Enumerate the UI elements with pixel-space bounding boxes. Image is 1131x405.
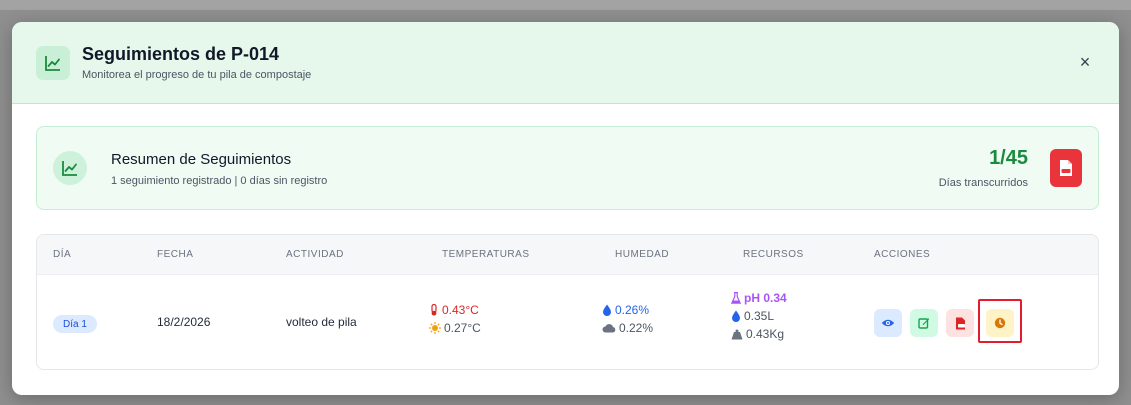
edit-button[interactable]	[910, 309, 938, 337]
pile-humidity: 0.26%	[602, 301, 653, 319]
view-button[interactable]	[874, 309, 902, 337]
humidity-cell: 0.26% 0.22%	[602, 301, 653, 337]
ph-value: pH 0.34	[744, 291, 787, 305]
modal-header: Seguimientos de P-014 Monitorea el progr…	[12, 22, 1119, 104]
modal-subtitle: Monitorea el progreso de tu pila de comp…	[82, 69, 312, 81]
export-pdf-button[interactable]	[1050, 149, 1082, 187]
pdf-file-icon	[1060, 160, 1072, 176]
date-cell: 18/2/2026	[157, 315, 211, 329]
backdrop	[0, 0, 1131, 10]
water-row: 0.35L	[731, 307, 787, 325]
summary-title: Resumen de Seguimientos	[111, 151, 292, 168]
edit-icon	[918, 318, 930, 329]
ambient-humidity-value: 0.22%	[619, 321, 654, 335]
resources-cell: pH 0.34 0.35L 0.43Kg	[731, 289, 787, 343]
ambient-temperature-value: 0.27°C	[444, 321, 481, 335]
column-header-activity: ACTIVIDAD	[286, 249, 344, 260]
pdf-file-icon	[955, 317, 965, 329]
close-icon: ×	[1079, 51, 1091, 72]
water-value: 0.35L	[744, 309, 775, 323]
column-header-day: DÍA	[53, 249, 72, 260]
summary-card: Resumen de Seguimientos 1 seguimiento re…	[36, 126, 1099, 210]
column-header-resources: RECURSOS	[743, 249, 804, 260]
ambient-temperature: 0.27°C	[429, 319, 481, 337]
days-elapsed-count: 1/45	[989, 147, 1028, 169]
close-button[interactable]: ×	[1073, 50, 1097, 74]
weight-icon	[731, 329, 743, 339]
activity-cell: volteo de pila	[286, 315, 357, 329]
tracking-modal: Seguimientos de P-014 Monitorea el progr…	[12, 22, 1119, 395]
column-header-temperatures: TEMPERATURAS	[442, 249, 530, 260]
clock-icon	[994, 317, 1006, 329]
column-header-date: FECHA	[157, 249, 194, 260]
flask-icon	[731, 292, 741, 304]
header-text: Seguimientos de P-014 Monitorea el progr…	[82, 44, 311, 81]
history-button[interactable]	[986, 309, 1014, 337]
weight-value: 0.43Kg	[746, 327, 785, 341]
internal-temperature-value: 0.43°C	[442, 303, 479, 317]
column-header-actions: ACCIONES	[874, 249, 931, 260]
sun-icon	[429, 322, 441, 334]
table-row: Día 1 18/2/2026 volteo de pila 0.43°C 0.…	[37, 275, 1098, 369]
chart-line-icon	[36, 45, 70, 80]
days-elapsed-label: Días transcurridos	[938, 177, 1028, 189]
pile-humidity-value: 0.26%	[615, 303, 650, 317]
column-header-humidity: HUMEDAD	[615, 249, 670, 260]
download-pdf-button[interactable]	[946, 309, 974, 337]
cloud-icon	[602, 324, 616, 333]
summary-subtitle: 1 seguimiento registrado | 0 días sin re…	[111, 175, 328, 187]
day-badge: Día 1	[53, 315, 97, 333]
water-drop-icon	[732, 310, 740, 322]
chart-line-icon	[53, 151, 87, 185]
ph-value-row: pH 0.34	[731, 289, 787, 307]
tracking-table: DÍA FECHA ACTIVIDAD TEMPERATURAS HUMEDAD…	[36, 234, 1099, 370]
thermometer-icon	[431, 304, 437, 316]
water-drop-icon	[603, 304, 611, 316]
modal-title: Seguimientos de P-014	[82, 44, 280, 64]
temperatures-cell: 0.43°C 0.27°C	[429, 301, 481, 337]
internal-temperature: 0.43°C	[429, 301, 481, 319]
weight-row: 0.43Kg	[731, 325, 787, 343]
table-header: DÍA FECHA ACTIVIDAD TEMPERATURAS HUMEDAD…	[37, 235, 1098, 275]
ambient-humidity: 0.22%	[602, 319, 653, 337]
eye-icon	[881, 319, 895, 327]
